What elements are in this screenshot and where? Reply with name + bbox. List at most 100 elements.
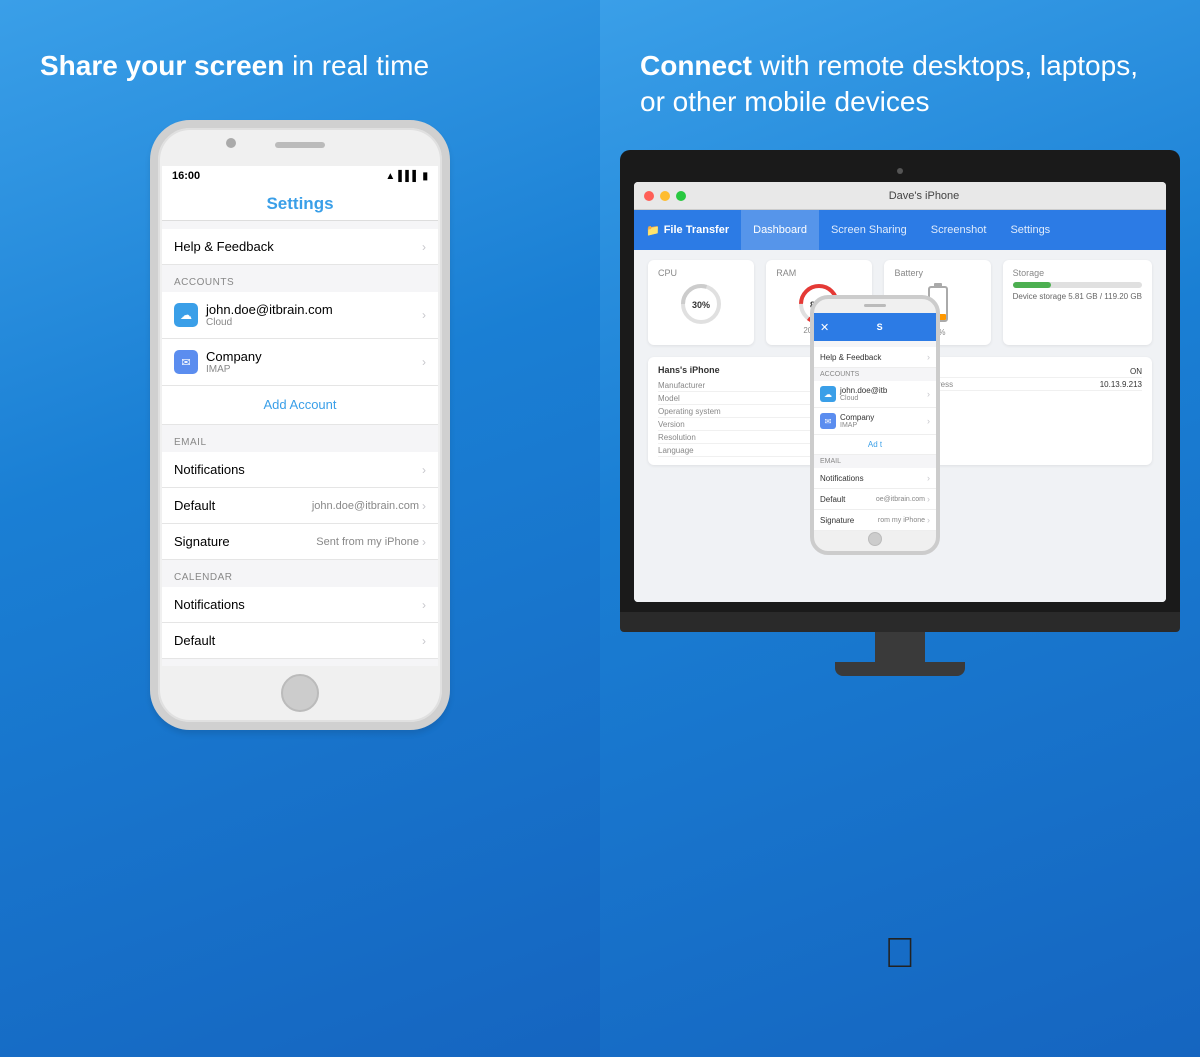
iphone-screen: 16:00 ▲ ▌▌▌ ▮ Settings Help & Feedback › [162, 166, 438, 666]
mac-close-btn[interactable] [644, 191, 654, 201]
overlay-signature-label: Signature [820, 516, 854, 525]
overlay-title: S [829, 322, 930, 332]
account1-info: john.doe@itbrain.com Cloud [206, 302, 333, 328]
language-label: Language [658, 446, 694, 455]
overlay-account1-chevron: › [927, 389, 930, 399]
account1-left: ☁ john.doe@itbrain.com Cloud [174, 302, 333, 328]
signal-icon: ▌▌▌ [398, 171, 419, 182]
overlay-default-value-group: oe@itbrain.com › [876, 494, 930, 504]
imac-mockup: Dave's iPhone 📁 File Transfer Dashboard … [620, 150, 1180, 676]
account2-chevron-icon: › [422, 355, 426, 369]
left-headline-rest: in real time [284, 50, 429, 81]
overlay-signature-value: rom my iPhone [878, 517, 925, 524]
mac-titlebar: Dave's iPhone [634, 182, 1166, 210]
iphone-speaker [275, 142, 325, 148]
account2-name: Company [206, 349, 262, 364]
overlay-phone-body: ✕ S Help & Feedback › [810, 295, 940, 555]
overlay-signature-row[interactable]: Signature rom my iPhone › [814, 510, 936, 531]
app-logo: 📁 File Transfer [634, 224, 741, 237]
cloud-icon: ☁ [174, 303, 198, 327]
overlay-help-label: Help & Feedback [820, 353, 881, 362]
overlay-account1-type: Cloud [840, 395, 887, 402]
email-signature-chevron: › [422, 535, 426, 549]
storage-label: Storage [1013, 268, 1142, 278]
version-label: Version [658, 420, 685, 429]
mac-minimize-btn[interactable] [660, 191, 670, 201]
overlay-account1-left: ☁ john.doe@itb Cloud [820, 386, 887, 402]
account1-chevron-icon: › [422, 308, 426, 322]
help-chevron-icon: › [422, 240, 426, 254]
account2-row[interactable]: ✉ Company IMAP › [162, 339, 438, 386]
overlay-notifications-row[interactable]: Notifications › [814, 468, 936, 489]
overlay-help-row[interactable]: Help & Feedback › [814, 347, 936, 368]
account1-type: Cloud [206, 317, 333, 328]
overlay-account1-row[interactable]: ☁ john.doe@itb Cloud › [814, 381, 936, 408]
calendar-default-label: Default [174, 633, 215, 648]
os-label: Operating system [658, 407, 721, 416]
calendar-notifications-chevron: › [422, 598, 426, 612]
mac-maximize-btn[interactable] [676, 191, 686, 201]
nav-dashboard[interactable]: Dashboard [741, 210, 819, 250]
storage-card: Storage Device storage 5.81 GB / 119.20 … [1003, 260, 1152, 345]
overlay-add-label: Ad t [868, 440, 882, 449]
imac-display: Dave's iPhone 📁 File Transfer Dashboard … [634, 182, 1166, 602]
app-logo-icon: 📁 [646, 224, 660, 237]
settings-title: Settings [174, 194, 426, 214]
battery-label: Battery [894, 268, 980, 278]
overlay-account2-row[interactable]: ✉ Company IMAP › [814, 408, 936, 435]
overlay-close-icon[interactable]: ✕ [820, 321, 829, 334]
email-signature-row[interactable]: Signature Sent from my iPhone › [162, 524, 438, 560]
nav-screen-sharing[interactable]: Screen Sharing [819, 210, 919, 250]
email-notifications-row[interactable]: Notifications › [162, 452, 438, 488]
overlay-add-row[interactable]: Ad t [814, 435, 936, 455]
overlay-account2-name: Company [840, 413, 874, 422]
email-signature-value: Sent from my iPhone [316, 536, 419, 548]
imac-bezel: Dave's iPhone 📁 File Transfer Dashboard … [620, 150, 1180, 612]
svg-text:30%: 30% [692, 300, 710, 310]
overlay-default-row[interactable]: Default oe@itbrain.com › [814, 489, 936, 510]
email-default-chevron: › [422, 499, 426, 513]
overlay-email-header: Email [814, 455, 936, 468]
nav-screenshot[interactable]: Screenshot [919, 210, 999, 250]
ios-status-bar: 16:00 ▲ ▌▌▌ ▮ [162, 166, 438, 186]
overlay-default-chevron: › [927, 494, 930, 504]
account1-row[interactable]: ☁ john.doe@itbrain.com Cloud › [162, 292, 438, 339]
battery-icon: ▮ [422, 171, 428, 182]
left-panel: Share your screen in real time 16:00 ▲ ▌… [0, 0, 600, 1057]
email-header: Email [162, 433, 438, 452]
nav-settings[interactable]: Settings [998, 210, 1062, 250]
cpu-label: CPU [658, 268, 744, 278]
imac-chin [620, 612, 1180, 632]
wifi-icon: ▲ [385, 171, 395, 182]
mail-icon: ✉ [174, 350, 198, 374]
calendar-default-row[interactable]: Default › [162, 623, 438, 659]
storage-fill [1013, 282, 1052, 288]
wifi-value: ON [1130, 367, 1142, 376]
left-headline: Share your screen in real time [0, 0, 469, 104]
help-feedback-label: Help & Feedback [174, 239, 274, 254]
cpu-chart: 30% [679, 282, 723, 326]
status-time: 16:00 [172, 170, 200, 182]
add-account-row[interactable]: Add Account [162, 386, 438, 425]
resolution-label: Resolution [658, 433, 696, 442]
overlay-signature-value-group: rom my iPhone › [878, 515, 930, 525]
overlay-home-button[interactable] [868, 532, 882, 546]
email-section: Email Notifications › Default john.doe@i… [162, 433, 438, 560]
ip-row: IP address 10.13.9.213 [915, 378, 1142, 391]
calendar-notifications-row[interactable]: Notifications › [162, 587, 438, 623]
app-logo-name: File Transfer [664, 224, 729, 236]
email-default-label: Default [174, 498, 215, 513]
iphone-home-button[interactable] [281, 674, 319, 712]
mac-nav: Dashboard Screen Sharing Screenshot Sett… [741, 210, 1166, 250]
email-default-row[interactable]: Default john.doe@itbrain.com › [162, 488, 438, 524]
email-default-value-group: john.doe@itbrain.com › [312, 499, 426, 513]
account2-info: Company IMAP [206, 349, 262, 375]
overlay-account1-name: john.doe@itb [840, 386, 887, 395]
account2-type: IMAP [206, 364, 262, 375]
overlay-notifications-chevron: › [927, 473, 930, 483]
overlay-phone: ✕ S Help & Feedback › [810, 295, 940, 575]
wifi-row: Wi-Fi ON [915, 365, 1142, 378]
help-section: Help & Feedback › [162, 229, 438, 265]
right-headline-bold: Connect [640, 50, 752, 81]
help-feedback-row[interactable]: Help & Feedback › [162, 229, 438, 265]
